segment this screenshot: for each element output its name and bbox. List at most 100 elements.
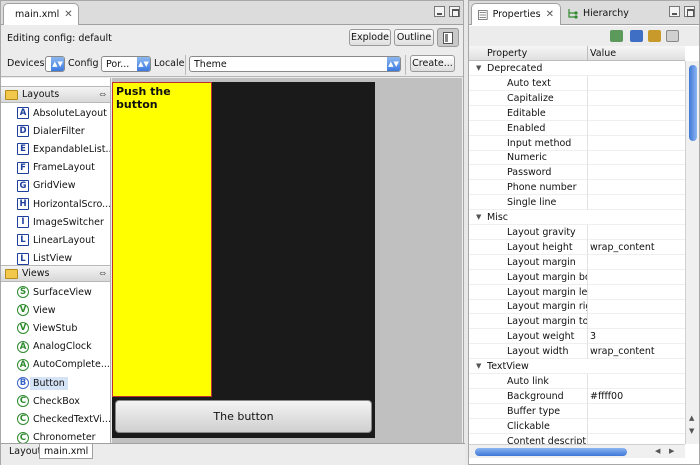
property-row[interactable]: Numeric (469, 150, 685, 166)
new-property-icon[interactable] (610, 30, 623, 42)
palette-item-label: AutoComplete... (33, 359, 110, 371)
layout-icon (443, 31, 453, 44)
palette-item[interactable]: F FrameLayout (1, 159, 110, 177)
property-row[interactable]: Password (469, 165, 685, 181)
property-row[interactable]: Layout height wrap_content (469, 239, 685, 255)
palette-item-label: CheckedTextVi... (33, 413, 111, 425)
create-button[interactable]: Create... (410, 55, 455, 72)
widget-icon: A (17, 340, 29, 353)
property-row[interactable]: Input method (469, 135, 685, 151)
column-divider (587, 254, 588, 270)
property-row[interactable]: Layout margin left (469, 284, 685, 300)
scroll-thumb[interactable] (475, 448, 627, 456)
property-row[interactable]: Auto link (469, 373, 685, 389)
minimize-icon[interactable] (434, 6, 445, 17)
property-row[interactable]: Layout margin top (469, 314, 685, 330)
property-row[interactable]: Phone number (469, 180, 685, 196)
scroll-up-icon[interactable]: ▲ (689, 414, 694, 422)
tab-main-xml[interactable]: main.xml ✕ (3, 3, 79, 25)
property-row[interactable]: Layout width wrap_content (469, 344, 685, 360)
scroll-right-icon[interactable]: ▶ (669, 447, 674, 455)
maximize-icon[interactable] (684, 6, 695, 17)
layout-toggle-button[interactable] (437, 28, 459, 47)
the-button[interactable]: The button (115, 400, 372, 433)
vertical-scrollbar[interactable]: ▲ ▼ (685, 61, 699, 444)
theme-value: Theme (194, 58, 227, 70)
close-icon[interactable]: ✕ (64, 9, 72, 20)
property-group[interactable]: ▼ TextView (469, 359, 685, 374)
config-select[interactable]: Por... ▲▼ (101, 56, 151, 72)
property-name: Layout gravity (507, 226, 576, 238)
property-row[interactable]: Single line (469, 195, 685, 211)
property-row[interactable]: Layout margin (469, 254, 685, 270)
minimize-icon[interactable] (669, 6, 680, 17)
palette-item[interactable]: C CheckedTextVi... (1, 410, 111, 428)
layout-canvas[interactable]: Push the button The button (112, 78, 462, 443)
palette-item[interactable]: C CheckBox (1, 392, 110, 410)
column-divider (587, 90, 588, 106)
property-row[interactable]: Layout gravity (469, 224, 685, 240)
property-value[interactable]: wrap_content (590, 346, 655, 357)
palette-item[interactable]: B Button (1, 374, 110, 392)
property-name: Layout width (507, 346, 569, 358)
property-value[interactable]: 3 (590, 331, 596, 342)
property-name: Enabled (507, 122, 546, 134)
collapse-icon[interactable]: ⇔ (99, 269, 106, 278)
collapse-icon[interactable]: ⇔ (99, 90, 106, 99)
palette-item[interactable]: S SurfaceView (1, 283, 110, 301)
palette-category-layouts[interactable]: Layouts ⇔ (1, 86, 110, 103)
palette-item[interactable]: G GridView (1, 177, 110, 195)
property-row[interactable]: Capitalize (469, 90, 685, 106)
maximize-icon[interactable] (449, 6, 460, 17)
scroll-down-icon[interactable]: ▼ (689, 427, 694, 435)
property-row[interactable]: Layout margin right (469, 299, 685, 315)
palette-item[interactable]: I ImageSwitcher (1, 213, 110, 231)
property-row[interactable]: Enabled (469, 120, 685, 136)
theme-select[interactable]: Theme ▲▼ (189, 56, 401, 72)
expand-triangle-icon[interactable]: ▼ (476, 213, 481, 221)
property-row[interactable]: Editable (469, 105, 685, 121)
property-value[interactable]: wrap_content (590, 242, 655, 253)
palette-item[interactable]: V ViewStub (1, 319, 110, 337)
palette-item[interactable]: H HorizontalScro... (1, 195, 110, 213)
property-row[interactable]: Layout margin bottom (469, 269, 685, 285)
horizontal-scrollbar[interactable]: ◀ ▶ (469, 444, 685, 458)
palette-item[interactable]: C Chronometer (1, 429, 110, 443)
property-row[interactable]: Background #ffff00 (469, 388, 685, 404)
property-row[interactable]: Buffer type (469, 403, 685, 419)
property-row[interactable]: Layout weight 3 (469, 329, 685, 345)
palette-item[interactable]: A AnalogClock (1, 338, 110, 356)
scroll-left-icon[interactable]: ◀ (655, 447, 660, 455)
palette-item[interactable]: D DialerFilter (1, 122, 110, 140)
text-view-yellow[interactable]: Push the button (112, 82, 212, 397)
close-icon[interactable]: ✕ (546, 9, 554, 20)
tab-properties[interactable]: Properties ✕ (471, 3, 561, 25)
property-group[interactable]: ▼ Deprecated (469, 61, 685, 76)
editor-bottom-tabs: Layout main.xml (1, 443, 465, 465)
outline-button[interactable]: Outline (394, 29, 434, 46)
device-config-bar: Devices ▲▼ Config Por... ▲▼ Locale Theme… (1, 52, 463, 77)
property-name: Clickable (507, 420, 550, 432)
restore-default-icon[interactable] (666, 30, 679, 42)
palette-category-views[interactable]: Views ⇔ (1, 265, 110, 282)
tab-hierarchy[interactable]: Hierarchy (567, 7, 629, 19)
expand-triangle-icon[interactable]: ▼ (476, 362, 481, 370)
palette-item[interactable]: V View (1, 301, 110, 319)
devices-select[interactable]: ▲▼ (45, 56, 65, 72)
property-row[interactable]: Clickable (469, 418, 685, 434)
palette-item[interactable]: L LinearLayout (1, 231, 110, 249)
palette-item[interactable]: A AutoComplete... (1, 356, 110, 374)
property-value[interactable]: #ffff00 (590, 391, 623, 402)
expand-triangle-icon[interactable]: ▼ (476, 64, 481, 72)
palette-item[interactable]: E ExpandableList... (1, 140, 110, 158)
show-advanced-icon[interactable] (648, 30, 661, 42)
explode-button[interactable]: Explode (349, 29, 391, 46)
palette-item[interactable]: A AbsoluteLayout (1, 104, 110, 122)
chevron-updown-icon: ▲▼ (51, 57, 64, 71)
tab-main-xml-source[interactable]: main.xml (39, 444, 94, 459)
property-group[interactable]: ▼ Misc (469, 210, 685, 225)
show-categories-icon[interactable] (630, 30, 643, 42)
scroll-thumb[interactable] (689, 65, 697, 141)
property-row[interactable]: Auto text (469, 75, 685, 91)
property-row[interactable]: Content description (469, 433, 685, 444)
